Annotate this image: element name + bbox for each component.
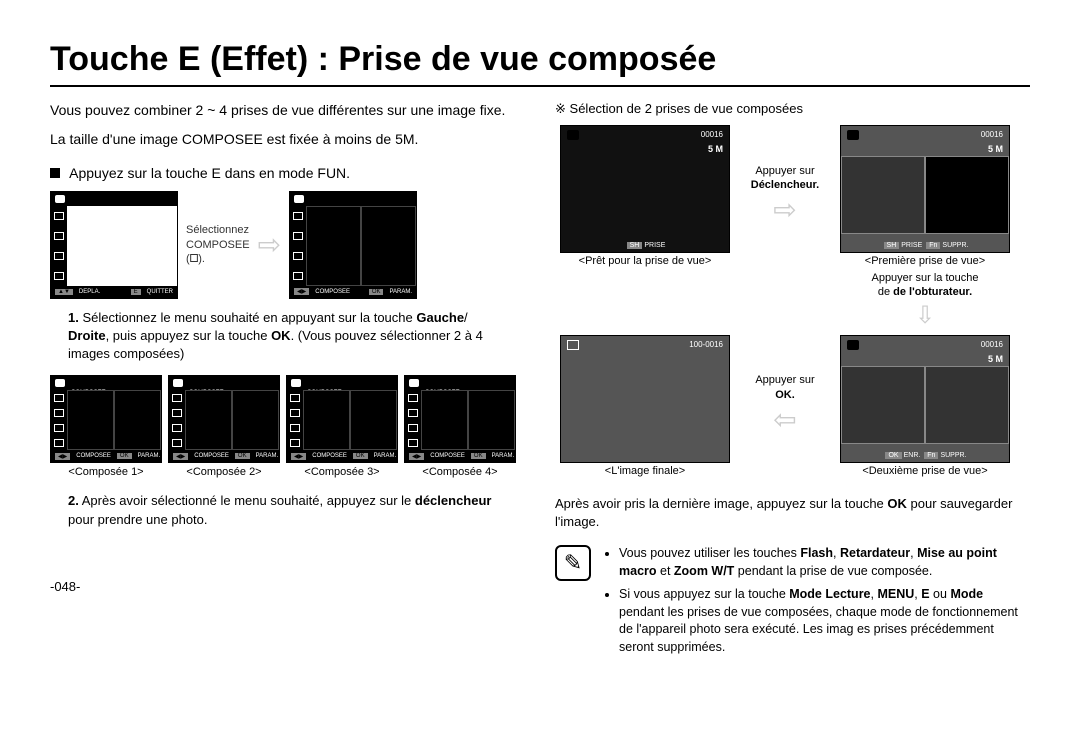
left-column: Vous pouvez combiner 2 ~ 4 prises de vue… — [50, 101, 525, 662]
arrow-right-icon: ⇨ — [751, 192, 819, 228]
camera-icon — [55, 195, 65, 203]
arrow-down-icon: ⇩ — [871, 300, 978, 331]
bottom-label: DEPLA. — [79, 289, 100, 295]
side-icon — [293, 252, 303, 260]
screen-comp-1: COMPOSEE ◀▶COMPOSEEOKPARAM. — [50, 375, 162, 463]
size-label: 5 M — [708, 144, 723, 154]
caption: <Composée 1> — [50, 466, 162, 478]
arrow-label: Appuyer sur Déclencheur. ⇨ — [751, 164, 819, 229]
intro-1: Vous pouvez combiner 2 ~ 4 prises de vue… — [50, 101, 525, 120]
side-icon — [54, 232, 64, 240]
caption: <Composée 3> — [286, 466, 398, 478]
bottom-tag: ◀▶ — [294, 288, 309, 295]
counter: 100-0016 — [689, 340, 723, 349]
bottom-label: COMPOSEE — [315, 289, 350, 295]
counter: 00016 — [981, 130, 1003, 139]
page-title: Touche E (Effet) : Prise de vue composée — [50, 40, 1030, 87]
caption: <Prêt pour la prise de vue> — [560, 255, 730, 267]
camera-icon — [294, 195, 304, 203]
step-heading-text: Appuyez sur la touche E dans en mode FUN… — [69, 165, 350, 181]
note-item-1: Vous pouvez utiliser les touches Flash, … — [619, 545, 1030, 580]
arrow-label: Sélectionnez COMPOSEE (🞐). — [186, 223, 250, 266]
step-heading: Appuyez sur la touche E dans en mode FUN… — [50, 165, 525, 181]
arrow-down-label: Appuyer sur la touche de de l'obturateur… — [871, 271, 978, 331]
bottom-label: QUITTER — [147, 289, 173, 295]
screen-fun: FUN ▲▼ DEPLA. E QUITTER — [50, 191, 178, 299]
arrow-left-icon: ⇦ — [755, 402, 814, 438]
side-icon — [293, 212, 303, 220]
arrow-right-icon: ⇨ — [258, 228, 281, 261]
size-label: 5 M — [988, 144, 1003, 154]
note-box: ✎ Vous pouvez utiliser les touches Flash… — [555, 545, 1030, 662]
right-heading: ※ Sélection de 2 prises de vue composées — [555, 101, 1030, 117]
camera-icon — [847, 130, 859, 140]
screen-composee: COMPOSEE ◀▶ COMPOSEE OK PARAM. — [289, 191, 417, 299]
screen-comp-2: COMPOSEE ◀▶COMPOSEEOKPARAM. — [168, 375, 280, 463]
arrow-label: Appuyer sur OK. ⇦ — [755, 373, 814, 438]
right-column: ※ Sélection de 2 prises de vue composées… — [555, 101, 1030, 662]
bottom-tag: E — [131, 289, 141, 295]
side-icon — [54, 212, 64, 220]
note-item-2: Si vous appuyez sur la touche Mode Lectu… — [619, 586, 1030, 656]
step-1: 1. Sélectionnez le menu souhaité en appu… — [68, 309, 525, 364]
square-bullet-icon — [50, 168, 60, 178]
bottom-tag: ▲▼ — [55, 289, 73, 295]
camera-icon — [847, 340, 859, 350]
screen-second-shot: 00016 5 M OKENR. FnSUPPR. — [840, 335, 1010, 463]
side-icon — [293, 232, 303, 240]
screen-ready: 00016 5 M SHPRISE — [560, 125, 730, 253]
caption: <Deuxième prise de vue> — [840, 465, 1010, 477]
page-number: -048- — [50, 579, 525, 594]
step-2: 2. Après avoir sélectionné le menu souha… — [68, 492, 525, 528]
intro-2: La taille d'une image COMPOSEE est fixée… — [50, 130, 525, 149]
bottom-label: PARAM. — [389, 289, 412, 295]
counter: 00016 — [701, 130, 723, 139]
camera-icon — [55, 379, 65, 387]
note-icon: ✎ — [555, 545, 591, 581]
caption: <Composée 2> — [168, 466, 280, 478]
screen-final: 100-0016 — [560, 335, 730, 463]
camera-icon — [567, 130, 579, 140]
play-icon — [567, 340, 579, 350]
side-icon — [293, 272, 303, 280]
screen-first-shot: 00016 5 M SHPRISE FnSUPPR. — [840, 125, 1010, 253]
size-label: 5 M — [988, 354, 1003, 364]
screen-comp-4: COMPOSEE ◀▶COMPOSEEOKPARAM. — [404, 375, 516, 463]
counter: 00016 — [981, 340, 1003, 349]
caption: <Composée 4> — [404, 466, 516, 478]
screen-comp-3: COMPOSEE ◀▶COMPOSEEOKPARAM. — [286, 375, 398, 463]
after-text: Après avoir pris la dernière image, appu… — [555, 495, 1030, 531]
bottom-tag: OK — [369, 289, 384, 295]
composite-row: COMPOSEE ◀▶COMPOSEEOKPARAM. <Composée 1>… — [50, 375, 525, 478]
side-icon — [54, 272, 64, 280]
caption: <Première prise de vue> — [840, 255, 1010, 267]
caption: <L'image finale> — [560, 465, 730, 477]
side-icon — [54, 252, 64, 260]
